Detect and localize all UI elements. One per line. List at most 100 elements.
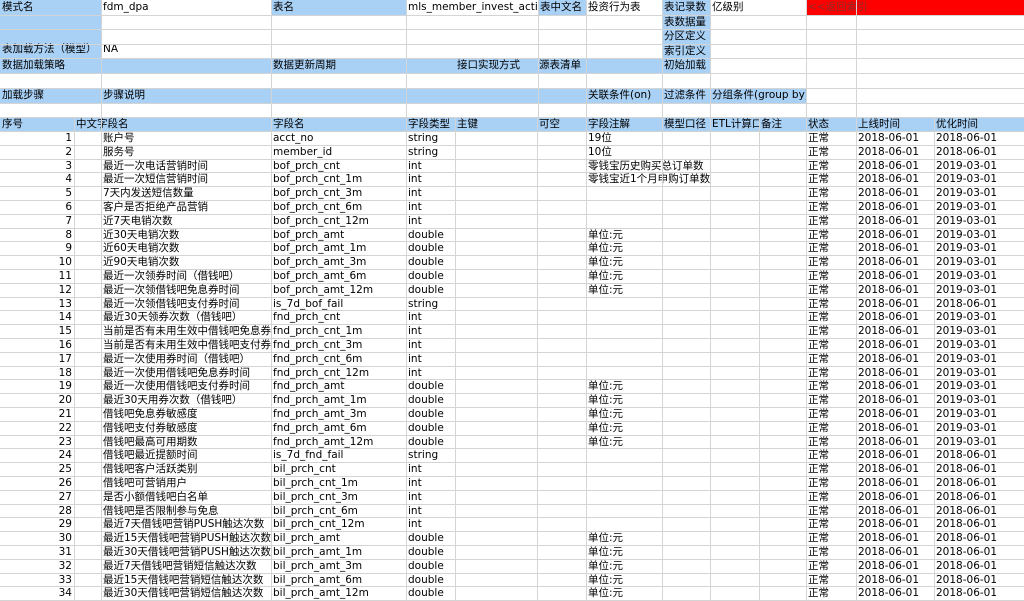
- row-field-type[interactable]: double: [406, 586, 455, 600]
- row-online-date[interactable]: 2018-06-01: [856, 379, 934, 393]
- row-status[interactable]: 正常: [806, 283, 856, 297]
- row-optimize-date[interactable]: 2018-06-01: [934, 545, 1024, 559]
- row-online-date[interactable]: 2018-06-01: [856, 269, 934, 283]
- row-no[interactable]: 27: [0, 490, 74, 504]
- row-no[interactable]: 16: [0, 338, 74, 352]
- row-field-name[interactable]: bil_prch_cnt_1m: [271, 476, 406, 490]
- row-cn-name[interactable]: 近7天电销次数: [101, 214, 271, 228]
- row-comment[interactable]: 单位:元: [586, 228, 716, 242]
- row-comment[interactable]: 单位:元: [586, 586, 716, 600]
- row-field-name[interactable]: bil_prch_amt_6m: [271, 573, 406, 587]
- row-optimize-date[interactable]: 2019-03-01: [934, 338, 1024, 352]
- row-optimize-date[interactable]: 2019-03-01: [934, 214, 1024, 228]
- row-comment[interactable]: [586, 352, 716, 366]
- row-online-date[interactable]: 2018-06-01: [856, 324, 934, 338]
- row-optimize-date[interactable]: 2019-03-01: [934, 200, 1024, 214]
- row-online-date[interactable]: 2018-06-01: [856, 407, 934, 421]
- row-no[interactable]: 13: [0, 297, 74, 311]
- row-optimize-date[interactable]: 2019-03-01: [934, 324, 1024, 338]
- row-field-name[interactable]: member_id: [271, 145, 406, 159]
- row-online-date[interactable]: 2018-06-01: [856, 435, 934, 449]
- row-field-name[interactable]: fnd_prch_cnt: [271, 310, 406, 324]
- row-cn-name[interactable]: 账户号: [101, 131, 271, 145]
- row-field-type[interactable]: int: [406, 214, 455, 228]
- row-online-date[interactable]: 2018-06-01: [856, 517, 934, 531]
- row-cn-name[interactable]: 最近一次短信营销时间: [101, 172, 271, 186]
- row-status[interactable]: 正常: [806, 559, 856, 573]
- row-field-type[interactable]: int: [406, 490, 455, 504]
- col-header-comment[interactable]: 字段注解: [586, 117, 662, 131]
- record-count-label[interactable]: 表记录数: [662, 0, 710, 15]
- row-optimize-date[interactable]: 2019-03-01: [934, 186, 1024, 200]
- cn-name-value[interactable]: 投资行为表: [586, 0, 662, 15]
- row-field-name[interactable]: bof_prch_amt_12m: [271, 283, 406, 297]
- row-field-type[interactable]: string: [406, 297, 455, 311]
- row-online-date[interactable]: 2018-06-01: [856, 297, 934, 311]
- row-field-name[interactable]: bil_prch_amt_12m: [271, 586, 406, 600]
- row-optimize-date[interactable]: 2018-06-01: [934, 145, 1024, 159]
- row-field-type[interactable]: double: [406, 421, 455, 435]
- row-online-date[interactable]: 2018-06-01: [856, 255, 934, 269]
- row-status[interactable]: 正常: [806, 476, 856, 490]
- row-online-date[interactable]: 2018-06-01: [856, 421, 934, 435]
- row-comment[interactable]: 单位:元: [586, 269, 716, 283]
- row-optimize-date[interactable]: 2018-06-01: [934, 531, 1024, 545]
- row-comment[interactable]: [586, 186, 716, 200]
- row-field-name[interactable]: bof_prch_cnt_1m: [271, 172, 406, 186]
- table-label[interactable]: 表名: [271, 0, 406, 15]
- row-online-date[interactable]: 2018-06-01: [856, 338, 934, 352]
- row-field-type[interactable]: double: [406, 255, 455, 269]
- row-online-date[interactable]: 2018-06-01: [856, 145, 934, 159]
- row-cn-name[interactable]: 最近30天借钱吧营销短信触达次数: [101, 586, 271, 600]
- row-comment[interactable]: [586, 462, 716, 476]
- row-online-date[interactable]: 2018-06-01: [856, 573, 934, 587]
- col-header-pk[interactable]: 主键: [455, 117, 537, 131]
- row-no[interactable]: 7: [0, 214, 74, 228]
- col-header-model[interactable]: 模型口径: [662, 117, 710, 131]
- row-optimize-date[interactable]: 2018-06-01: [934, 448, 1024, 462]
- row-field-type[interactable]: int: [406, 462, 455, 476]
- row-field-type[interactable]: string: [406, 448, 455, 462]
- row-cn-name[interactable]: 借钱吧客户活跃类别: [101, 462, 271, 476]
- row-comment[interactable]: 单位:元: [586, 573, 716, 587]
- row-field-type[interactable]: double: [406, 545, 455, 559]
- row-no[interactable]: 29: [0, 517, 74, 531]
- row-field-type[interactable]: int: [406, 186, 455, 200]
- row-cn-name[interactable]: 借钱吧支付券敏感度: [101, 421, 271, 435]
- row-online-date[interactable]: 2018-06-01: [856, 214, 934, 228]
- row-optimize-date[interactable]: 2019-03-01: [934, 269, 1024, 283]
- row-field-name[interactable]: fnd_prch_amt_12m: [271, 435, 406, 449]
- group-condition-label[interactable]: 分组条件(group by): [710, 88, 806, 103]
- row-field-type[interactable]: int: [406, 324, 455, 338]
- row-no[interactable]: 3: [0, 159, 74, 173]
- row-field-type[interactable]: double: [406, 269, 455, 283]
- data-volume-label[interactable]: 表数据量: [662, 15, 710, 29]
- row-field-type[interactable]: string: [406, 145, 455, 159]
- row-status[interactable]: 正常: [806, 448, 856, 462]
- row-comment[interactable]: 单位:元: [586, 407, 716, 421]
- row-field-name[interactable]: bof_prch_cnt_3m: [271, 186, 406, 200]
- row-comment[interactable]: [586, 448, 716, 462]
- row-comment[interactable]: 10位: [586, 145, 716, 159]
- row-comment[interactable]: [586, 490, 716, 504]
- row-cn-name[interactable]: 最近一次电话营销时间: [101, 159, 271, 173]
- update-cycle-label[interactable]: 数据更新周期: [271, 58, 455, 73]
- row-no[interactable]: 21: [0, 407, 74, 421]
- row-status[interactable]: 正常: [806, 310, 856, 324]
- row-no[interactable]: 20: [0, 393, 74, 407]
- row-cn-name[interactable]: 最近一次使用借钱吧免息券时间: [101, 366, 271, 380]
- row-status[interactable]: 正常: [806, 324, 856, 338]
- row-field-name[interactable]: bil_prch_amt: [271, 531, 406, 545]
- row-cn-name[interactable]: 最近30天用券次数（借钱吧）: [101, 393, 271, 407]
- row-field-type[interactable]: double: [406, 283, 455, 297]
- row-optimize-date[interactable]: 2019-03-01: [934, 310, 1024, 324]
- row-field-name[interactable]: bof_prch_cnt: [271, 159, 406, 173]
- row-optimize-date[interactable]: 2018-06-01: [934, 297, 1024, 311]
- row-no[interactable]: 24: [0, 448, 74, 462]
- col-header-field-name[interactable]: 字段名: [271, 117, 406, 131]
- row-field-name[interactable]: bil_prch_cnt: [271, 462, 406, 476]
- join-condition-label[interactable]: 关联条件(on): [586, 88, 662, 103]
- row-field-type[interactable]: double: [406, 531, 455, 545]
- row-cn-name[interactable]: 借钱吧最高可用期数: [101, 435, 271, 449]
- row-field-type[interactable]: double: [406, 393, 455, 407]
